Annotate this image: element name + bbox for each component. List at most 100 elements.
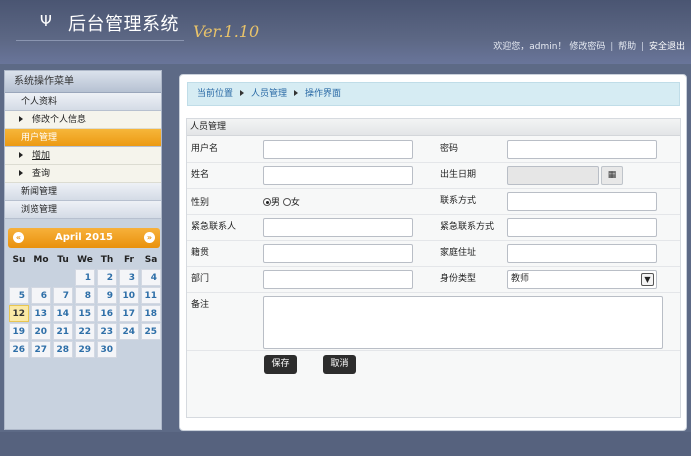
- calendar-empty-cell: [53, 269, 73, 286]
- radio-male-label: 男: [271, 198, 281, 208]
- calendar-day[interactable]: 27: [31, 341, 51, 358]
- menu-group-profile[interactable]: 个人资料: [5, 93, 161, 111]
- change-password-link[interactable]: 修改密码: [569, 42, 605, 52]
- calendar-day-today[interactable]: 12: [9, 305, 29, 322]
- menu-group-news[interactable]: 新闻管理: [5, 183, 161, 201]
- emergency-contact-label: 紧急联系方式: [440, 222, 495, 232]
- form-row: 部门 身份类型 教师 ▼: [187, 267, 680, 293]
- birth-date-label: 出生日期: [440, 170, 477, 180]
- arrow-right-icon: [19, 170, 23, 176]
- calendar-weekday: Tu: [57, 255, 69, 265]
- name-label: 姓名: [191, 170, 210, 180]
- user-toolbar: 欢迎您，admin！ 修改密码 | 帮助 | 安全退出: [493, 39, 685, 52]
- calendar-day[interactable]: 13: [31, 305, 51, 322]
- menu-item-edit-profile[interactable]: 修改个人信息: [5, 111, 161, 129]
- identity-type-select[interactable]: 教师 ▼: [507, 270, 657, 289]
- birth-date-input[interactable]: [507, 166, 599, 185]
- calendar-day[interactable]: 2: [97, 269, 117, 286]
- calendar-weekday: Fr: [123, 255, 134, 265]
- calendar-day[interactable]: 4: [141, 269, 161, 286]
- calendar-day[interactable]: 5: [9, 287, 29, 304]
- calendar-weekday: Su: [12, 255, 26, 265]
- cancel-button[interactable]: 取消: [323, 355, 356, 374]
- calendar-day[interactable]: 26: [9, 341, 29, 358]
- calendar-day[interactable]: 25: [141, 323, 161, 340]
- name-input[interactable]: [263, 166, 413, 185]
- calendar-day[interactable]: 18: [141, 305, 161, 322]
- address-input[interactable]: [507, 244, 657, 263]
- emergency-person-input[interactable]: [263, 218, 413, 237]
- menu-item-query[interactable]: 查询: [5, 165, 161, 183]
- emergency-person-label: 紧急联系人: [191, 222, 237, 232]
- calendar-day[interactable]: 9: [97, 287, 117, 304]
- calendar-weekday: We: [77, 255, 93, 265]
- department-label: 部门: [191, 274, 210, 284]
- calendar-header: « April 2015 »: [8, 228, 160, 248]
- calendar-icon[interactable]: ▦: [601, 166, 623, 185]
- department-input[interactable]: [263, 270, 413, 289]
- menu-group-browse[interactable]: 浏览管理: [5, 201, 161, 219]
- username-input[interactable]: [263, 140, 413, 159]
- calendar-day[interactable]: 23: [97, 323, 117, 340]
- help-link[interactable]: 帮助: [618, 42, 636, 52]
- radio-female[interactable]: [282, 198, 291, 206]
- calendar-day[interactable]: 15: [75, 305, 95, 322]
- trident-logo-icon: Ψ: [40, 12, 52, 30]
- calendar-day[interactable]: 7: [53, 287, 73, 304]
- save-button[interactable]: 保存: [264, 355, 297, 374]
- version-label: Ver.1.10: [193, 22, 260, 41]
- calendar-day[interactable]: 20: [31, 323, 51, 340]
- radio-male[interactable]: [263, 198, 271, 206]
- separator: |: [610, 42, 614, 52]
- username-label: 用户名: [191, 144, 219, 154]
- identity-type-value: 教师: [511, 274, 530, 284]
- radio-female-label: 女: [290, 198, 300, 208]
- remark-textarea[interactable]: [263, 296, 663, 349]
- calendar-prev-icon[interactable]: «: [13, 232, 24, 243]
- menu-item-add[interactable]: 增加: [5, 147, 161, 165]
- calendar-grid: Su Mo Tu We Th Fr Sa 1 2 3 4 5 6 7 8 9 10 11 12 13 14 15 16 17 1…: [8, 252, 161, 358]
- calendar-day[interactable]: 24: [119, 323, 139, 340]
- footer-bar: [0, 432, 691, 456]
- calendar-day[interactable]: 6: [31, 287, 51, 304]
- chevron-down-icon[interactable]: ▼: [641, 273, 654, 286]
- calendar-empty-cell: [31, 269, 51, 286]
- breadcrumb-item[interactable]: 人员管理: [251, 89, 287, 99]
- calendar-month-label: April 2015: [55, 232, 113, 243]
- menu-group-user-management[interactable]: 用户管理: [5, 129, 161, 147]
- calendar-day[interactable]: 14: [53, 305, 73, 322]
- calendar-day[interactable]: 8: [75, 287, 95, 304]
- calendar-day[interactable]: 10: [119, 287, 139, 304]
- emergency-contact-input[interactable]: [507, 218, 657, 237]
- arrow-right-icon: [19, 152, 23, 158]
- native-place-label: 籍贯: [191, 248, 210, 258]
- breadcrumb-item[interactable]: 当前位置: [197, 89, 233, 99]
- native-place-input[interactable]: [263, 244, 413, 263]
- menu-item-label: 修改个人信息: [32, 115, 87, 125]
- breadcrumb-item[interactable]: 操作界面: [305, 89, 341, 99]
- form-row: 姓名 出生日期 ▦: [187, 163, 680, 189]
- calendar-day[interactable]: 19: [9, 323, 29, 340]
- menu-item-label: 查询: [32, 169, 51, 179]
- form-row: 备注: [187, 293, 680, 351]
- contact-input[interactable]: [507, 192, 657, 211]
- calendar-day[interactable]: 22: [75, 323, 95, 340]
- calendar-day[interactable]: 17: [119, 305, 139, 322]
- calendar-day[interactable]: 16: [97, 305, 117, 322]
- password-input[interactable]: [507, 140, 657, 159]
- calendar-empty-cell: [9, 269, 29, 286]
- form-row: 籍贯 家庭住址: [187, 241, 680, 267]
- calendar-day[interactable]: 29: [75, 341, 95, 358]
- calendar-weekday: Mo: [33, 255, 49, 265]
- calendar-day[interactable]: 3: [119, 269, 139, 286]
- calendar-day[interactable]: 1: [75, 269, 95, 286]
- arrow-right-icon: [294, 90, 299, 96]
- calendar-day[interactable]: 30: [97, 341, 117, 358]
- form-row: 用户名 密码: [187, 137, 680, 163]
- calendar-day[interactable]: 11: [141, 287, 161, 304]
- calendar-day[interactable]: 21: [53, 323, 73, 340]
- calendar-day[interactable]: 28: [53, 341, 73, 358]
- logout-link[interactable]: 安全退出: [649, 42, 685, 52]
- calendar-next-icon[interactable]: »: [144, 232, 155, 243]
- app-title: 后台管理系统: [68, 14, 179, 35]
